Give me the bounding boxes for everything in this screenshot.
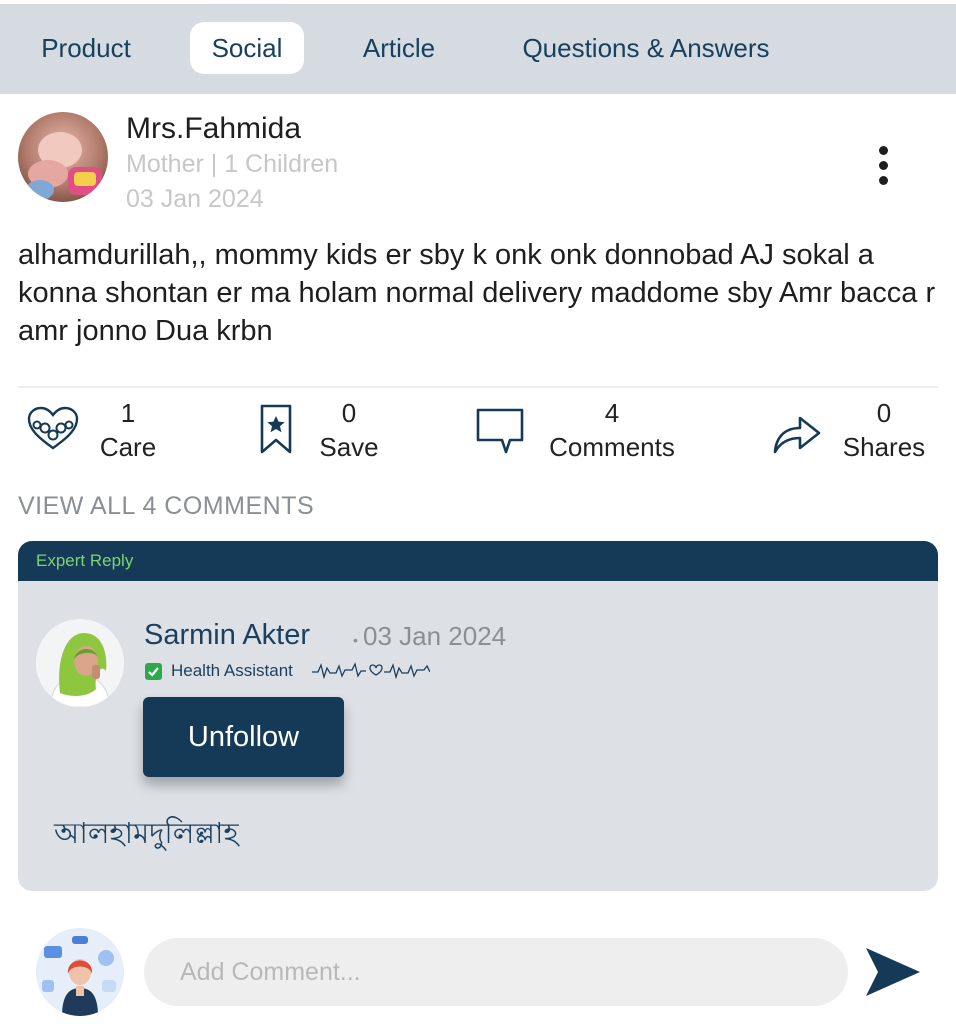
comments-label: Comments: [549, 432, 675, 462]
tab-article[interactable]: Article: [344, 22, 454, 74]
comments-button[interactable]: 4 Comments: [474, 398, 684, 468]
tab-questions-answers[interactable]: Questions & Answers: [500, 22, 792, 74]
care-label: Care: [99, 432, 157, 462]
current-user-avatar[interactable]: [36, 928, 124, 1016]
heartbeat-pulse-icon: [312, 662, 430, 680]
more-options-icon[interactable]: [864, 142, 904, 190]
save-label: Save: [319, 432, 379, 462]
comment-input[interactable]: [144, 938, 848, 1006]
expert-name[interactable]: Sarmin Akter: [144, 619, 310, 652]
send-button[interactable]: [864, 944, 922, 1000]
save-count: 0: [341, 398, 357, 428]
send-icon: [866, 948, 920, 996]
divider: [18, 386, 938, 388]
author-name[interactable]: Mrs.Fahmida: [126, 112, 301, 146]
expert-role: Health Assistant: [171, 661, 293, 680]
care-count: 1: [120, 398, 136, 428]
tab-bar: Product Social Article Questions & Answe…: [0, 4, 956, 94]
expert-reply-header: Expert Reply: [18, 541, 938, 581]
expert-avatar[interactable]: [36, 619, 124, 707]
shares-count: 0: [876, 398, 892, 428]
author-meta: Mother | 1 Children: [126, 150, 339, 178]
separator-dot: •: [353, 632, 358, 648]
expert-reply-label: Expert Reply: [36, 551, 134, 570]
shares-button[interactable]: 0 Shares: [772, 398, 932, 468]
heart-care-icon: [27, 406, 79, 450]
share-arrow-icon: [773, 416, 821, 454]
save-button[interactable]: 0 Save: [258, 398, 388, 468]
tab-product[interactable]: Product: [22, 22, 150, 74]
shares-label: Shares: [842, 432, 926, 462]
comments-count: 4: [604, 398, 620, 428]
comment-bubble-icon: [476, 408, 524, 454]
verified-check-icon: [145, 663, 162, 680]
tab-social[interactable]: Social: [190, 22, 304, 74]
author-avatar[interactable]: [18, 112, 108, 202]
expert-reply-card: Expert Reply Sarmin Akter • 03 Jan 2024 …: [18, 541, 938, 891]
view-all-comments-link[interactable]: VIEW ALL 4 COMMENTS: [18, 492, 314, 521]
post-body: alhamdurillah,, mommy kids er sby k onk …: [18, 239, 936, 347]
care-button[interactable]: 1 Care: [26, 398, 166, 468]
unfollow-button[interactable]: Unfollow: [143, 697, 344, 777]
post-date: 03 Jan 2024: [126, 185, 264, 213]
expert-reply-text: আলহামদুলিল্লাহ: [54, 818, 239, 850]
expert-reply-date: 03 Jan 2024: [363, 621, 507, 651]
bookmark-star-icon: [260, 404, 292, 454]
